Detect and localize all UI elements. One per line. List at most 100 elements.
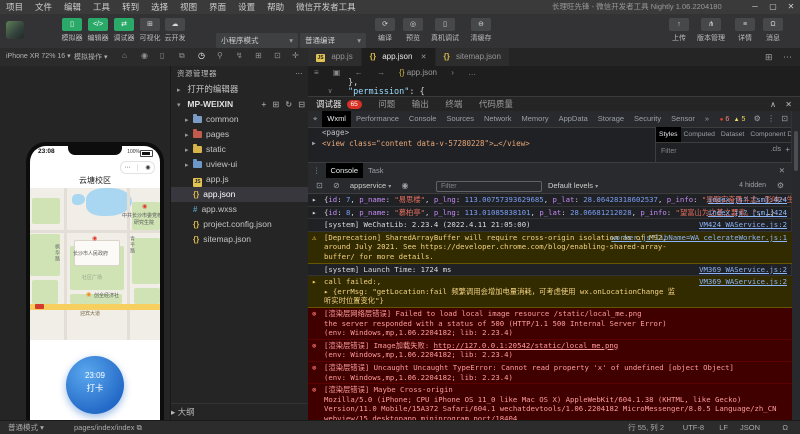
compile-button[interactable]: ⟳ 编译 bbox=[372, 18, 398, 43]
console-error-row[interactable]: ⊗ [渲染层网络层错误] Failed to load local image … bbox=[308, 308, 792, 340]
console-log-row[interactable]: ▸ {id: 8, p_name: "慕柏亭", p_lng: 113.0108… bbox=[308, 207, 792, 220]
menu-devtools[interactable]: 微信开发者工具 bbox=[290, 0, 362, 14]
tree-item-sitemap[interactable]: {}sitemap.json bbox=[171, 232, 309, 247]
expand-arrow-icon[interactable]: ▸ bbox=[312, 208, 316, 218]
editor-toggle-button[interactable]: </> 编辑器 bbox=[85, 18, 111, 43]
campus-map[interactable]: ◉ 长沙市人民政府 ◉ 中共长沙市委党校 研究生院 社区广场 枫华路 青平路 ◉… bbox=[30, 188, 160, 340]
console-filter-input[interactable] bbox=[439, 182, 539, 192]
breadcrumb[interactable]: app.json bbox=[407, 68, 437, 77]
close-panel-icon[interactable]: ✕ bbox=[785, 97, 792, 112]
expand-arrow-icon[interactable]: ▸ bbox=[324, 287, 328, 296]
debugger-toggle-button[interactable]: ⇄ 调试器 bbox=[111, 18, 137, 43]
tree-item-static[interactable]: ▸static bbox=[171, 142, 309, 157]
network-icon[interactable]: ↯ bbox=[236, 51, 243, 60]
messages-button[interactable]: Ω 消息 bbox=[760, 18, 786, 43]
tree-item-common[interactable]: ▸common bbox=[171, 112, 309, 127]
image-url-link[interactable]: http://127.0.0.1:20542/static/local_me.p… bbox=[434, 341, 619, 350]
details-button[interactable]: ≡ 详情 bbox=[732, 18, 758, 43]
error-count[interactable]: 6 bbox=[725, 116, 729, 123]
collapse-all-icon[interactable]: ⊟ bbox=[298, 100, 305, 109]
clear-console-icon[interactable]: ⊘ bbox=[333, 181, 340, 190]
upload-button[interactable]: ↑ 上传 bbox=[666, 18, 692, 43]
console-system-row[interactable]: [system] Launch Time: 1724 ms VM369 WASe… bbox=[308, 264, 792, 277]
console-error-row[interactable]: ⊗ [渲染层错误] Maybe Cross-origin Mozilla/5.0… bbox=[308, 384, 792, 420]
dom-node[interactable]: ▶<view class="content data-v-57280228">…… bbox=[308, 138, 655, 149]
more-tabs-icon[interactable]: » bbox=[700, 111, 714, 127]
styles-filter-input[interactable] bbox=[659, 145, 733, 157]
clock-in-button[interactable]: 23:09 打卡 bbox=[66, 356, 124, 414]
expand-icon[interactable]: ⊡ bbox=[316, 181, 323, 190]
version-control-button[interactable]: ⋔ 版本管理 bbox=[694, 18, 728, 43]
more-icon[interactable]: ⋯ bbox=[295, 66, 303, 82]
source-link[interactable]: VM369 WAService.js:2 bbox=[699, 277, 787, 287]
devtools-scrollbar[interactable] bbox=[791, 111, 800, 420]
tab-storage[interactable]: Storage bbox=[593, 111, 629, 127]
refresh-icon[interactable]: ↻ bbox=[285, 100, 292, 109]
tab-network[interactable]: Network bbox=[479, 111, 517, 127]
forward-icon[interactable]: → bbox=[377, 68, 385, 77]
tab-app-json[interactable]: {} app.json ✕ bbox=[362, 48, 435, 66]
drawer-menu-icon[interactable]: ⋮ bbox=[308, 163, 326, 179]
new-file-icon[interactable]: + bbox=[262, 100, 267, 109]
source-link[interactable]: VM424 WAService.js:2 bbox=[699, 220, 787, 230]
page-path[interactable]: pages/index/index ⧉ bbox=[74, 421, 142, 434]
drawer-tab-console[interactable]: Console bbox=[326, 163, 364, 179]
console-error-row[interactable]: ⊗ [渲染层错误] Image加载失败: http://127.0.0.1:20… bbox=[308, 340, 792, 362]
panel-tab-debugger[interactable]: 调试器 bbox=[316, 99, 342, 109]
clear-cache-button[interactable]: ⊖ 清缓存 bbox=[466, 18, 496, 43]
cls-toggle[interactable]: .cls bbox=[771, 143, 782, 157]
split-editor-icon[interactable]: ⊞ bbox=[765, 52, 773, 62]
menu-project[interactable]: 项目 bbox=[0, 0, 29, 14]
dock-side-icon[interactable]: ⊡ bbox=[781, 114, 788, 123]
expand-icon[interactable]: ▶ bbox=[312, 138, 316, 149]
menu-file[interactable]: 文件 bbox=[29, 0, 58, 14]
tab-appdata[interactable]: AppData bbox=[554, 111, 593, 127]
console-warning-row[interactable]: ⚠ [Deprecation] SharedArrayBuffer will r… bbox=[308, 232, 792, 264]
log-levels-select[interactable]: Default levels ▾ bbox=[548, 178, 598, 195]
kebab-menu-icon[interactable]: ⋮ bbox=[767, 114, 775, 123]
avatar[interactable] bbox=[6, 21, 24, 39]
source-link[interactable]: worker.js?libName=WA_celerateWorker.js:1 bbox=[611, 233, 787, 243]
back-icon[interactable]: ← bbox=[355, 68, 363, 77]
dom-node[interactable]: <page> bbox=[308, 127, 655, 138]
cloud-dev-button[interactable]: ☁ 云开发 bbox=[162, 18, 188, 43]
expand-arrow-icon[interactable]: ▸ bbox=[312, 195, 316, 205]
panel-tab-terminal[interactable]: 终端 bbox=[445, 99, 462, 109]
encoding-indicator[interactable]: UTF-8 bbox=[683, 421, 704, 434]
menu-settings[interactable]: 设置 bbox=[232, 0, 261, 14]
bookmark-icon[interactable]: ▣ bbox=[333, 68, 341, 77]
tree-item-app-json[interactable]: {}app.json bbox=[171, 187, 309, 202]
dom-tree[interactable]: <page> ▶<view class="content data-v-5728… bbox=[308, 127, 655, 162]
console-warning-row[interactable]: ▸ call failed:, ▸ {errMsg: "getLocation:… bbox=[308, 276, 792, 308]
console-system-row[interactable]: [system] WeChatLib: 2.23.4 (2022.4.11 21… bbox=[308, 219, 792, 232]
gear-icon[interactable]: ⚙ bbox=[754, 114, 761, 123]
language-indicator[interactable]: JSON bbox=[740, 421, 760, 434]
menu-view[interactable]: 视图 bbox=[174, 0, 203, 14]
simulate-action-select[interactable]: 模拟操作 ▾ bbox=[74, 52, 107, 62]
new-folder-icon[interactable]: ⊞ bbox=[272, 100, 279, 109]
touch-icon[interactable]: ✛ bbox=[292, 51, 299, 60]
menu-select[interactable]: 选择 bbox=[145, 0, 174, 14]
tab-memory[interactable]: Memory bbox=[516, 111, 553, 127]
phone-frame-icon[interactable]: ▯ bbox=[160, 51, 164, 60]
tab-wxml[interactable]: Wxml bbox=[322, 111, 351, 127]
project-root[interactable]: ▾ MP-WEIXIN + ⊞ ↻ ⊟ bbox=[171, 97, 309, 112]
tree-item-pages[interactable]: ▸pages bbox=[171, 127, 309, 142]
more-icon[interactable]: ⋯ bbox=[783, 52, 792, 62]
minimize-icon[interactable]: ─ bbox=[746, 0, 764, 14]
source-link[interactable]: VM369 WAService.js:2 bbox=[699, 265, 787, 275]
tab-console[interactable]: Console bbox=[404, 111, 442, 127]
tab-app-js[interactable]: JS app.js bbox=[308, 48, 361, 66]
tree-item-uview-ui[interactable]: ▸uview-ui bbox=[171, 157, 309, 172]
maximize-icon[interactable]: ▢ bbox=[764, 0, 782, 14]
menu-help[interactable]: 帮助 bbox=[261, 0, 290, 14]
new-style-rule-icon[interactable]: + bbox=[785, 143, 790, 157]
close-drawer-icon[interactable]: ✕ bbox=[774, 163, 790, 179]
copy-icon[interactable]: ⧉ bbox=[137, 423, 142, 432]
clock-icon[interactable]: ◷ bbox=[198, 51, 205, 60]
tab-security[interactable]: Security bbox=[629, 111, 666, 127]
tab-computed[interactable]: Computed bbox=[681, 127, 718, 142]
menu-interface[interactable]: 界面 bbox=[203, 0, 232, 14]
record-icon[interactable]: ◉ bbox=[141, 51, 148, 60]
tab-styles[interactable]: Styles bbox=[656, 127, 681, 142]
